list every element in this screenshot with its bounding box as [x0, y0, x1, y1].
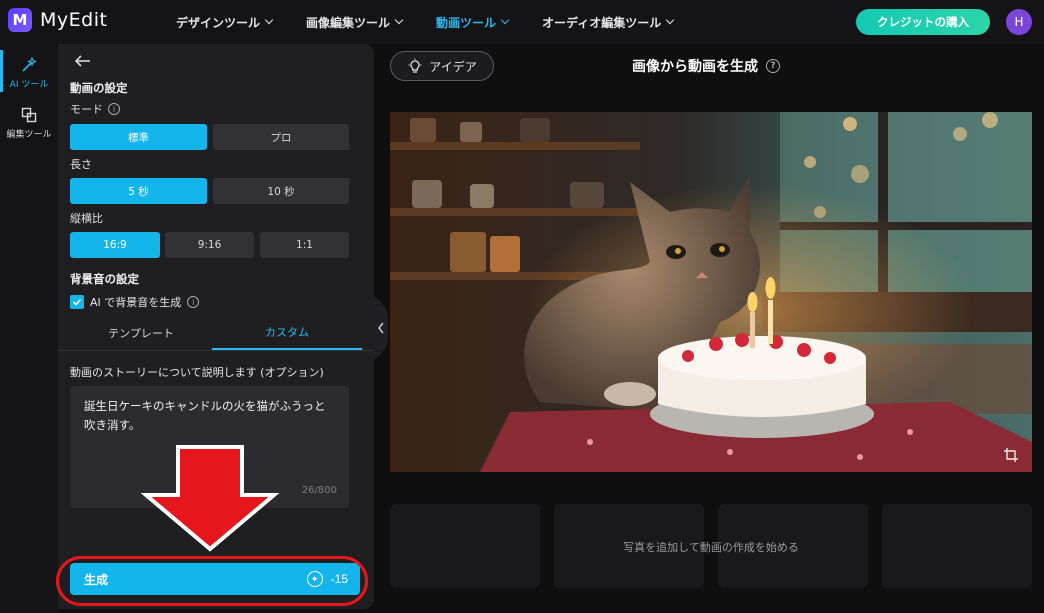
chevron-down-icon: [665, 15, 675, 25]
logo-text: MyEdit: [40, 9, 108, 31]
nav-label: オーディオ編集ツール: [542, 15, 662, 30]
avatar[interactable]: H: [1006, 9, 1032, 35]
lightbulb-icon: [408, 58, 422, 73]
nav-video-tools[interactable]: 動画ツール: [436, 14, 510, 31]
annotation-arrow: [140, 445, 280, 552]
layers-icon: [21, 107, 37, 123]
length-10s-button[interactable]: 10 秒: [213, 178, 349, 204]
check-icon: [72, 298, 82, 306]
idea-button-label: アイデア: [429, 59, 477, 74]
rail-item-edit-tools[interactable]: 編集ツール: [0, 106, 58, 140]
main-nav: デザインツール 画像編集ツール 動画ツール オーディオ編集ツール: [176, 0, 707, 44]
tab-template[interactable]: テンプレート: [66, 316, 216, 350]
help-icon[interactable]: ?: [766, 59, 780, 73]
length-label: 長さ: [70, 158, 92, 171]
tab-custom[interactable]: カスタム: [212, 316, 362, 350]
page-title-text: 画像から動画を生成: [632, 59, 758, 75]
bgm-checkbox-row[interactable]: AI で背景音を生成 i: [70, 294, 200, 310]
chevron-down-icon: [394, 15, 404, 25]
mode-label: モード i: [70, 101, 120, 117]
mode-standard-button[interactable]: 標準: [70, 124, 207, 150]
cat-birthday-cake-image: [390, 112, 1032, 472]
top-bar: M MyEdit デザインツール 画像編集ツール 動画ツール オーディオ編集ツー…: [0, 0, 1044, 44]
nav-label: デザインツール: [176, 15, 261, 30]
rail-item-ai-tools[interactable]: AI ツール: [0, 50, 58, 92]
page-title: 画像から動画を生成 ?: [632, 56, 780, 76]
prompt-tabs: テンプレート カスタム: [58, 316, 374, 350]
length-5s-button[interactable]: 5 秒: [70, 178, 207, 204]
nav-image-tools[interactable]: 画像編集ツール: [306, 14, 404, 31]
aspect-9-16-button[interactable]: 9:16: [165, 232, 254, 258]
uploaded-image: [390, 112, 1032, 472]
bgm-checkbox[interactable]: [70, 295, 84, 309]
rail-label: AI ツール: [9, 80, 49, 90]
logo[interactable]: M MyEdit: [8, 8, 107, 32]
thumbnail-strip: 写真を追加して動画の作成を始める: [390, 504, 1032, 588]
aspect-1-1-button[interactable]: 1:1: [260, 232, 349, 258]
chevron-down-icon: [500, 15, 510, 25]
story-label: 動画のストーリーについて説明します (オプション): [70, 366, 324, 379]
bgm-settings-title: 背景音の設定: [70, 272, 139, 286]
video-settings-title: 動画の設定: [70, 81, 128, 95]
nav-design-tools[interactable]: デザインツール: [176, 14, 274, 31]
info-icon[interactable]: i: [108, 103, 120, 115]
story-text: 誕生日ケーキのキャンドルの火を猫がふうっと吹き消す。: [84, 399, 326, 432]
mode-label-text: モード: [70, 103, 103, 116]
chevron-down-icon: [264, 15, 274, 25]
nav-label: 動画ツール: [436, 15, 497, 30]
story-counter: 26/800: [301, 485, 337, 496]
info-icon[interactable]: i: [187, 296, 200, 308]
magic-wand-icon: [22, 56, 37, 72]
tabs-divider: [58, 350, 374, 351]
collapse-panel-handle[interactable]: [374, 296, 388, 360]
left-rail: AI ツール 編集ツール: [0, 44, 58, 613]
nav-label: 画像編集ツール: [306, 15, 391, 30]
bgm-checkbox-label: AI で背景音を生成: [90, 296, 182, 309]
aspect-label: 縦横比: [70, 212, 103, 225]
crop-icon[interactable]: [1004, 448, 1018, 462]
logo-mark: M: [8, 8, 32, 32]
rail-label: 編集ツール: [6, 130, 52, 140]
annotation-oval: [56, 556, 368, 606]
buy-credits-button[interactable]: クレジットの購入: [856, 9, 990, 35]
idea-button[interactable]: アイデア: [390, 51, 494, 81]
aspect-16-9-button[interactable]: 16:9: [70, 232, 160, 258]
nav-audio-tools[interactable]: オーディオ編集ツール: [542, 14, 675, 31]
thumbnail-message: 写真を追加して動画の作成を始める: [623, 541, 799, 554]
mode-pro-button[interactable]: プロ: [213, 124, 349, 150]
back-arrow-icon[interactable]: [74, 54, 92, 68]
